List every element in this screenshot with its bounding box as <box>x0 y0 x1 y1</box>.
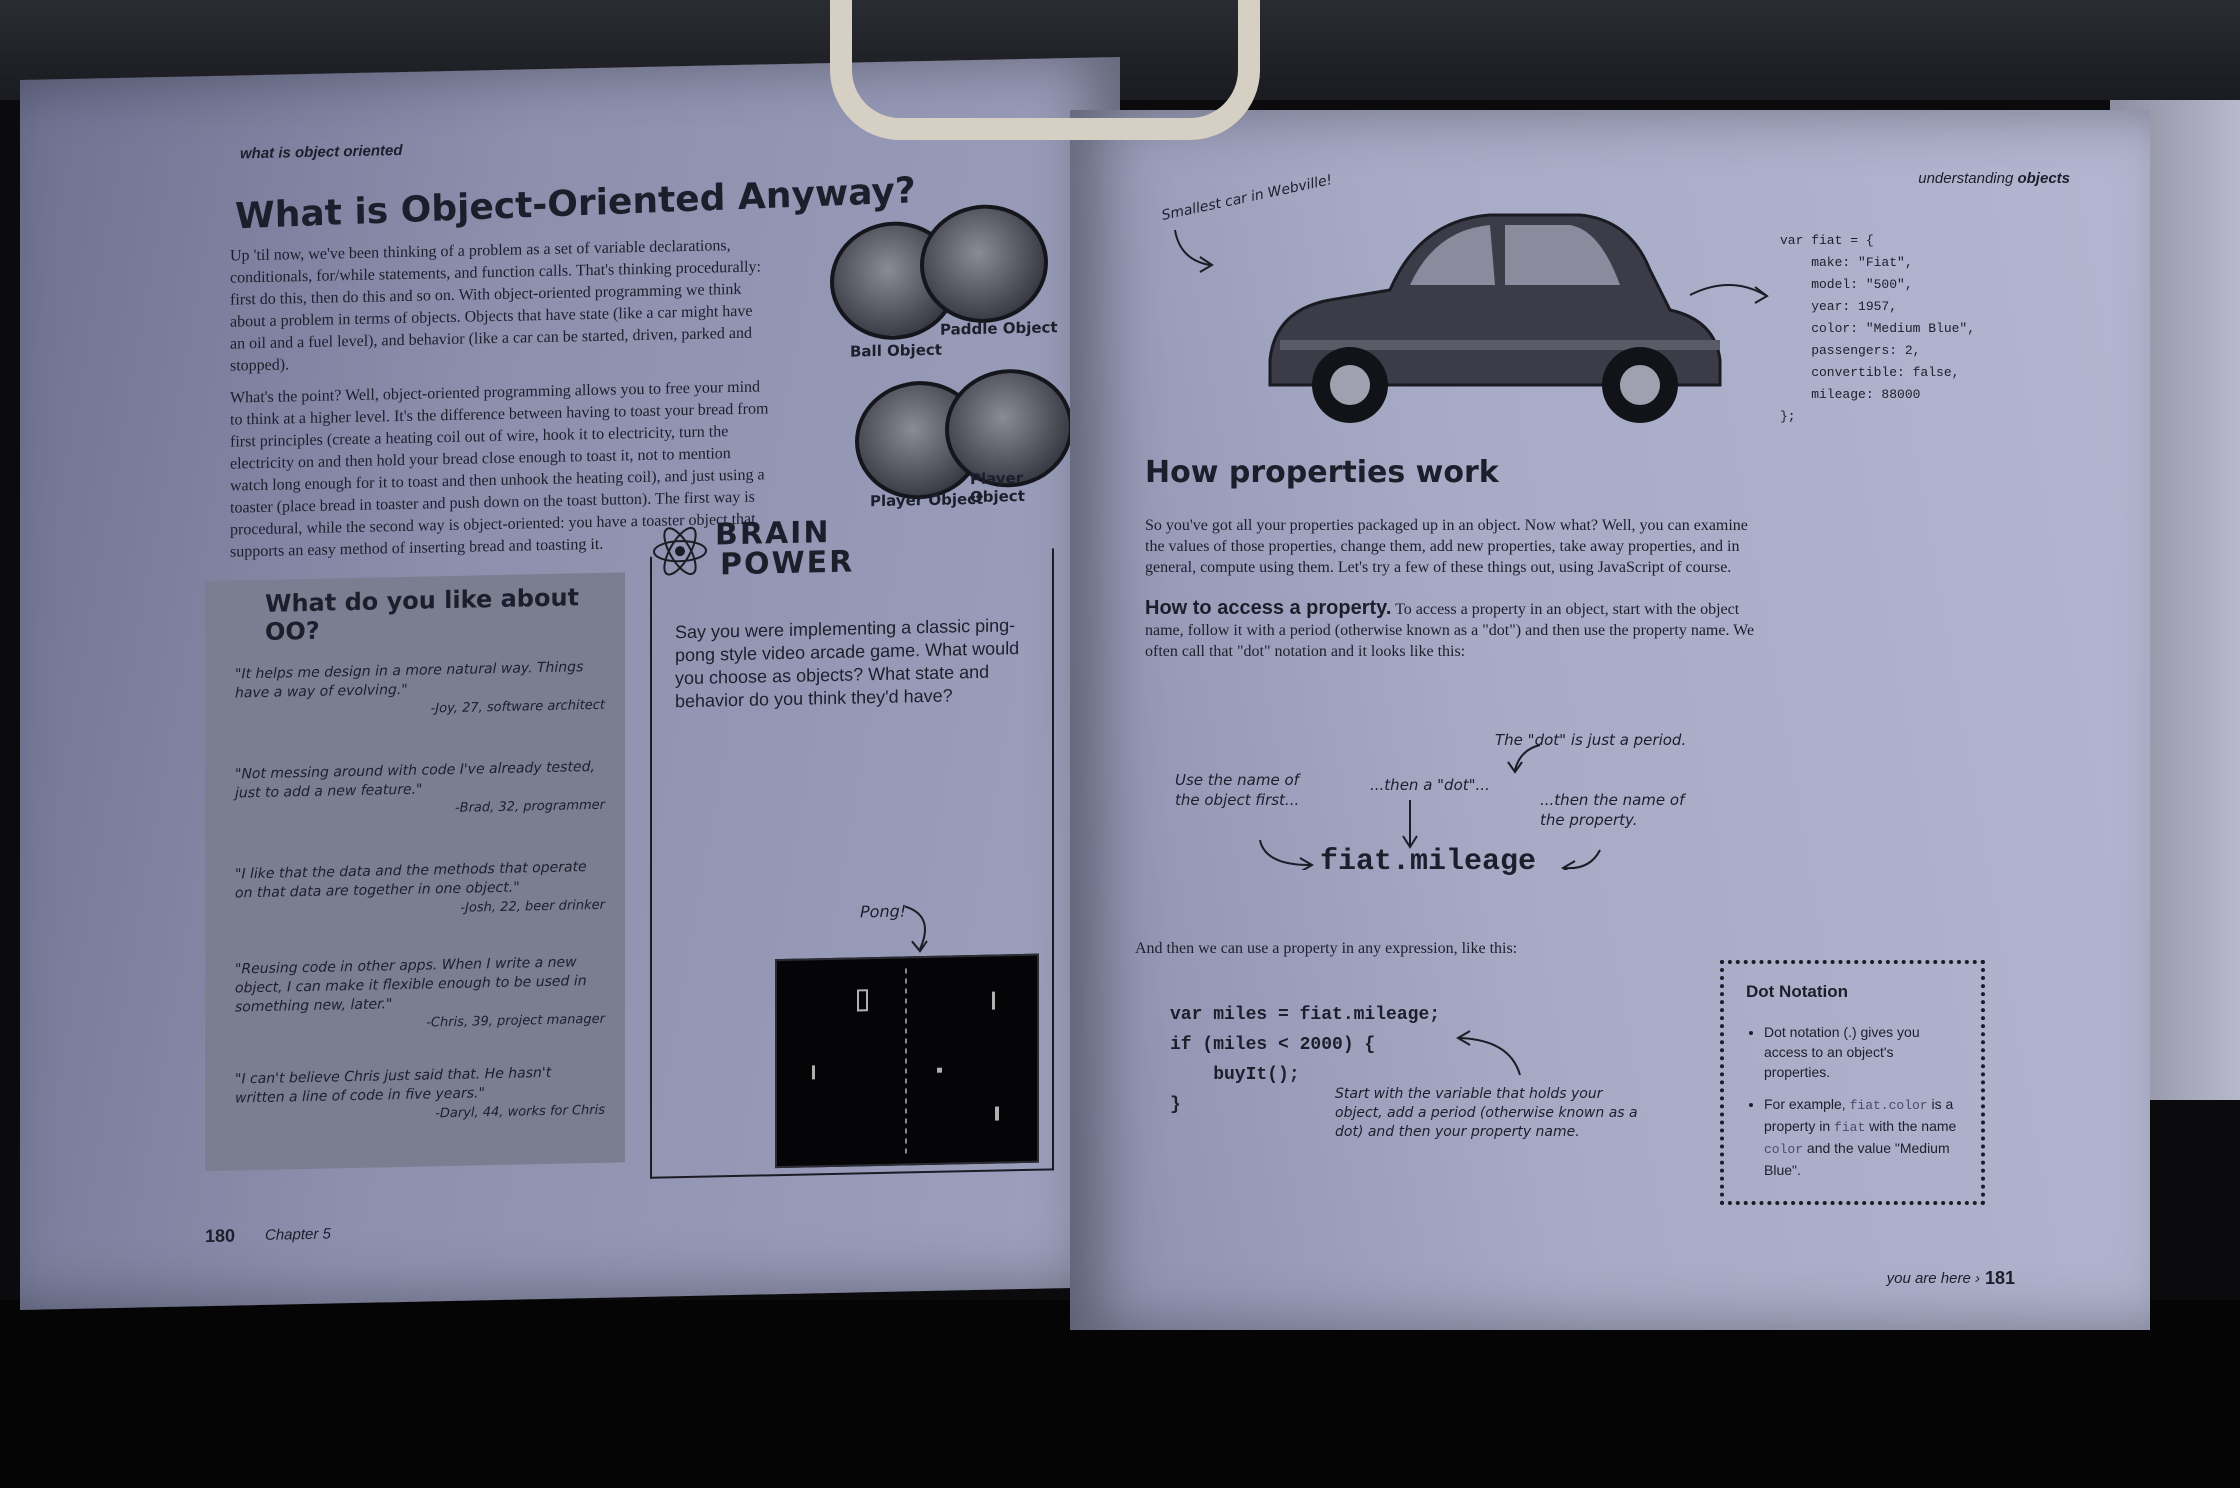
note-code: fiat <box>1834 1120 1866 1135</box>
dot-expression: fiat.mileage <box>1320 845 1537 879</box>
brain-power-text: Say you were implementing a classic ping… <box>675 615 1020 712</box>
pong-paddle-left <box>812 1065 815 1080</box>
note-text: For example, <box>1764 1096 1850 1112</box>
arrow-icon <box>1174 229 1214 273</box>
quote-item: "It helps me design in a more natural wa… <box>235 658 605 723</box>
intro-paragraph: So you've got all your properties packag… <box>1145 517 1748 576</box>
object-discs-illustration: Ball Object Paddle Object Player Object … <box>820 188 1080 513</box>
quote-box-title: What do you like about OO? <box>265 583 580 646</box>
body-text-right: So you've got all your properties packag… <box>1145 515 1755 682</box>
running-head-right: understanding objects <box>1918 170 2070 187</box>
disc-label-ball: Ball Object <box>850 340 942 361</box>
disc-label-paddle: Paddle Object <box>940 318 1058 339</box>
left-page: what is object oriented What is Object-O… <box>20 56 1120 1311</box>
any-expression-text: And then we can use a property in any ex… <box>1135 940 1518 957</box>
note-text: with the name <box>1865 1118 1957 1134</box>
pong-paddle-right <box>995 1106 999 1121</box>
pong-net <box>905 968 907 1154</box>
arrow-icon <box>1689 284 1769 304</box>
quote-item: "Not messing around with code I've alrea… <box>235 758 605 823</box>
page-number-left: 180 <box>205 1225 236 1247</box>
dot-notation-list: Dot notation (.) gives you access to an … <box>1746 1022 1959 1180</box>
access-paragraph: How to access a property. To access a pr… <box>1145 598 1755 662</box>
book-holder-handle <box>830 0 1260 140</box>
paragraph-1: Up 'til now, we've been thinking of a pr… <box>230 237 761 375</box>
note-code: color <box>1764 1142 1804 1157</box>
running-head-light: understanding <box>1918 170 2014 187</box>
fiat-object-code: var fiat = { make: "Fiat", model: "500",… <box>1780 233 1976 424</box>
disc-label-player-2: Player Object <box>970 468 1025 507</box>
page-title-left: What is Object-Oriented Anyway? <box>234 170 917 238</box>
you-are-here: you are here › <box>1886 1270 1980 1287</box>
pong-score-right <box>992 991 995 1010</box>
code-annotation: Start with the variable that holds your … <box>1335 1086 1638 1140</box>
brain-power-title: BRAIN POWER <box>660 515 855 583</box>
access-heading: How to access a property. <box>1145 597 1392 619</box>
quote-item: "I can't believe Chris just said that. H… <box>235 1063 605 1128</box>
quote-box: What do you like about OO? "It helps me … <box>205 572 625 1172</box>
right-page: understanding objects Smallest car in We… <box>1070 110 2150 1330</box>
pong-game-screen <box>775 953 1039 1169</box>
running-head-bold: objects <box>2017 170 2070 187</box>
quote-text: "It helps me design in a more natural wa… <box>235 659 584 702</box>
page-number-right: 181 <box>1984 1268 2015 1288</box>
disc-label-player-1: Player Object <box>870 489 984 511</box>
paddle-disc <box>920 203 1048 325</box>
pong-ball <box>937 1067 942 1073</box>
dot-notation-item: For example, fiat.color is a property in… <box>1764 1094 1959 1180</box>
fiat-car-photo <box>1268 213 1722 423</box>
quote-item: "I like that the data and the methods th… <box>235 858 605 923</box>
dot-notation-item: Dot notation (.) gives you access to an … <box>1764 1022 1959 1082</box>
note-code: fiat.color <box>1849 1098 1928 1113</box>
quote-text: "I like that the data and the methods th… <box>235 859 587 902</box>
arrow-icon <box>904 905 928 953</box>
quote-text: "Reusing code in other apps. When I writ… <box>235 954 587 1016</box>
pong-score-left <box>857 989 868 1012</box>
quote-text: "I can't believe Chris just said that. H… <box>235 1064 552 1107</box>
brain-power-line2: POWER <box>720 544 855 583</box>
arrow-icon <box>1456 1030 1521 1076</box>
quote-text: "Not messing around with code I've alrea… <box>235 758 595 802</box>
chapter-label: Chapter 5 <box>265 1225 331 1244</box>
photo-scene: what is object oriented What is Object-O… <box>0 0 2240 1488</box>
running-head-left: what is object oriented <box>240 141 403 163</box>
dot-notation-box: Dot Notation Dot notation (.) gives you … <box>1720 960 1985 1205</box>
quote-item: "Reusing code in other apps. When I writ… <box>235 953 605 1037</box>
page-title-right: How properties work <box>1145 455 1499 490</box>
dot-notation-title: Dot Notation <box>1746 982 1848 1001</box>
